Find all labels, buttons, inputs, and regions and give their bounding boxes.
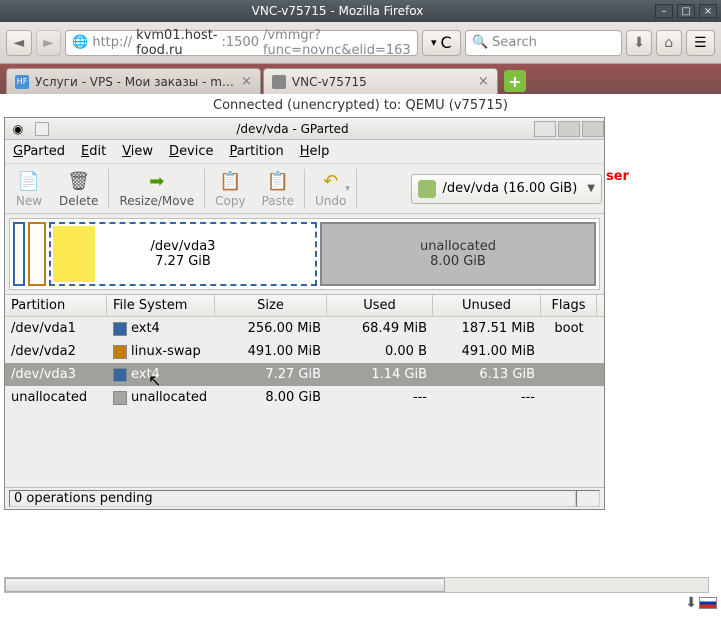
tab-2[interactable]: VNC-v75715 × — [263, 68, 498, 94]
favicon-icon — [272, 75, 286, 89]
globe-icon: 🌐 — [72, 35, 88, 50]
col-used[interactable]: Used — [327, 295, 433, 316]
down-arrow-icon[interactable]: ⬇ — [685, 595, 697, 611]
col-size[interactable]: Size — [215, 295, 327, 316]
reload-button[interactable]: ▾C — [422, 30, 461, 56]
gp-maximize-button[interactable] — [558, 121, 580, 137]
visual-unallocated[interactable]: unallocated 8.00 GiB — [320, 222, 596, 286]
hamburger-menu[interactable]: ☰ — [686, 30, 716, 56]
vnc-status: Connected (unencrypted) to: QEMU (v75715… — [0, 94, 721, 117]
new-button[interactable]: 📄New — [7, 166, 51, 212]
favicon-icon: HF — [15, 75, 29, 89]
delete-button[interactable]: 🗑Delete — [51, 166, 106, 212]
maximize-button[interactable]: □ — [677, 4, 695, 18]
gp-close-button[interactable] — [582, 121, 604, 137]
resize-button[interactable]: ➡Resize/Move — [111, 166, 202, 212]
table-row[interactable]: /dev/vda2linux-swap491.00 MiB0.00 B491.0… — [5, 340, 604, 363]
app-icon: ◉ — [9, 120, 27, 138]
table-body: /dev/vda1ext4256.00 MiB68.49 MiB187.51 M… — [5, 317, 604, 487]
undo-icon: ↶ — [319, 169, 343, 193]
minimize-button[interactable]: – — [655, 4, 673, 18]
tab-strip: HF Услуги - VPS - Мои заказы - manager.h… — [0, 64, 721, 94]
col-flags[interactable]: Flags — [541, 295, 597, 316]
table-header[interactable]: Partition File System Size Used Unused F… — [5, 295, 604, 317]
gparted-statusbar: 0 operations pending — [5, 487, 604, 509]
menu-partition[interactable]: Partition — [230, 144, 284, 159]
gparted-menubar: GParted Edit View Device Partition Help — [5, 140, 604, 164]
downloads-button[interactable]: ⬇ — [626, 30, 652, 56]
back-button[interactable]: ◄ — [6, 30, 32, 56]
cropped-text: ser — [606, 169, 629, 184]
undo-button[interactable]: ↶Undo▾ — [307, 166, 354, 212]
disk-icon — [35, 122, 49, 136]
flag-icon — [699, 597, 717, 609]
paste-icon: 📋 — [266, 169, 290, 193]
tab-1[interactable]: HF Услуги - VPS - Мои заказы - manager.h… — [6, 68, 261, 94]
partition-table: Partition File System Size Used Unused F… — [5, 294, 604, 487]
tab-close-icon[interactable]: × — [241, 74, 252, 89]
col-filesystem[interactable]: File System — [107, 295, 215, 316]
page-corner: ⬇ — [685, 595, 717, 611]
gparted-window: ◉ /dev/vda - GParted GParted Edit View D… — [4, 117, 605, 510]
search-bar[interactable]: 🔍 Search — [465, 30, 622, 56]
gp-minimize-button[interactable] — [534, 121, 556, 137]
copy-icon: 📋 — [218, 169, 242, 193]
gparted-toolbar: 📄New 🗑Delete ➡Resize/Move 📋Copy 📋Paste ↶… — [5, 164, 604, 214]
firefox-toolbar: ◄ ► 🌐 http://kvm01.host-food.ru:1500/vmm… — [0, 22, 721, 64]
url-bar[interactable]: 🌐 http://kvm01.host-food.ru:1500/vmmgr?f… — [65, 30, 418, 56]
table-row[interactable]: /dev/vda3ext47.27 GiB1.14 GiB6.13 GiB — [5, 363, 604, 386]
menu-edit[interactable]: Edit — [81, 144, 106, 159]
window-title: VNC-v75715 - Mozilla Firefox — [20, 4, 655, 18]
gparted-titlebar[interactable]: ◉ /dev/vda - GParted — [5, 118, 604, 140]
chevron-down-icon: ▼ — [587, 183, 595, 194]
col-unused[interactable]: Unused — [433, 295, 541, 316]
paste-button[interactable]: 📋Paste — [254, 166, 302, 212]
trash-icon: 🗑 — [67, 169, 91, 193]
copy-button[interactable]: 📋Copy — [207, 166, 253, 212]
table-row[interactable]: unallocatedunallocated8.00 GiB------ — [5, 386, 604, 409]
menu-device[interactable]: Device — [169, 144, 213, 159]
tab-close-icon[interactable]: × — [478, 74, 489, 89]
close-button[interactable]: × — [699, 4, 717, 18]
partition-visual[interactable]: /dev/vda3 7.27 GiB unallocated 8.00 GiB — [9, 218, 600, 290]
firefox-titlebar: VNC-v75715 - Mozilla Firefox – □ × — [0, 0, 721, 22]
menu-help[interactable]: Help — [300, 144, 330, 159]
device-selector[interactable]: /dev/vda (16.00 GiB) ▼ — [411, 174, 602, 204]
forward-button[interactable]: ► — [36, 30, 62, 56]
visual-vda2[interactable] — [28, 222, 46, 286]
search-icon: 🔍 — [472, 35, 488, 50]
visual-vda3[interactable]: /dev/vda3 7.27 GiB — [49, 222, 317, 286]
menu-gparted[interactable]: GParted — [13, 144, 65, 159]
harddisk-icon — [418, 180, 436, 198]
horizontal-scrollbar[interactable] — [4, 577, 709, 593]
new-icon: 📄 — [17, 169, 41, 193]
col-partition[interactable]: Partition — [5, 295, 107, 316]
visual-vda1[interactable] — [13, 222, 25, 286]
vnc-canvas[interactable]: ser ◉ /dev/vda - GParted GParted Edit Vi… — [0, 117, 721, 615]
resize-icon: ➡ — [145, 169, 169, 193]
table-row[interactable]: /dev/vda1ext4256.00 MiB68.49 MiB187.51 M… — [5, 317, 604, 340]
menu-view[interactable]: View — [122, 144, 153, 159]
new-tab-button[interactable]: + — [504, 70, 526, 92]
home-button[interactable]: ⌂ — [656, 30, 682, 56]
